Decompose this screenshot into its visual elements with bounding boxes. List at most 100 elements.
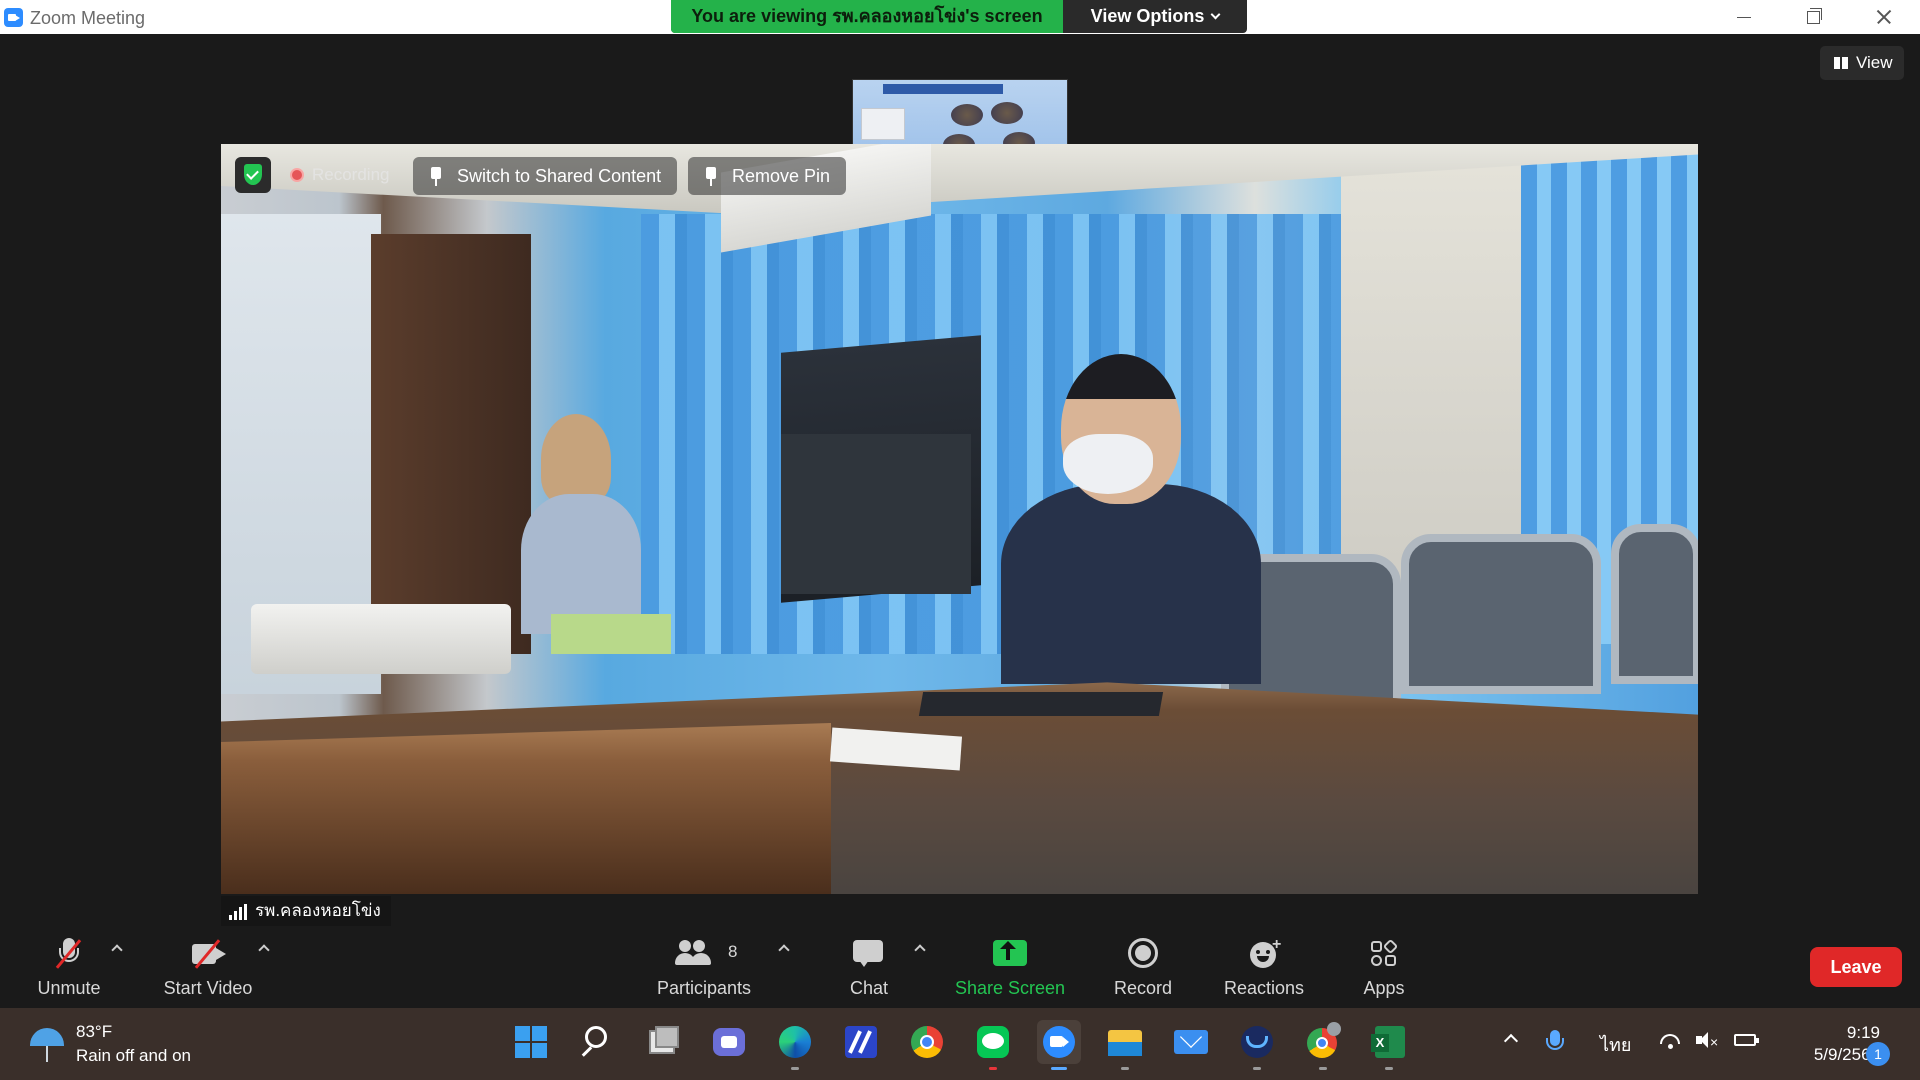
chat-button[interactable]: Chat [834, 926, 904, 1008]
record-button[interactable]: Record [1108, 926, 1178, 1008]
recording-indicator: Recording [284, 160, 390, 190]
start-video-label: Start Video [163, 978, 253, 998]
start-icon[interactable] [509, 1020, 553, 1064]
recording-label: Recording [312, 165, 390, 184]
apps-icon [1368, 938, 1400, 968]
view-options-button[interactable]: View Options [1063, 0, 1247, 33]
thumbnail-header-bar [883, 84, 1003, 94]
video-box [551, 614, 671, 654]
apps-button[interactable]: Apps [1354, 926, 1414, 1008]
switch-to-shared-content-label: Switch to Shared Content [457, 166, 662, 186]
chrome-profile-icon[interactable] [1301, 1020, 1345, 1070]
pin-icon [706, 167, 716, 186]
video-wall [1341, 144, 1521, 584]
participant-name: รพ.คลองหอยโข่ง [255, 901, 381, 920]
video-projector [251, 604, 511, 674]
close-button[interactable] [1860, 4, 1906, 30]
participants-button[interactable]: 8 Participants [652, 926, 756, 1008]
chat-options-caret-icon[interactable] [914, 942, 924, 952]
clock[interactable]: 9:19 5/9/2565 [1770, 1022, 1880, 1066]
chat-label: Chat [849, 978, 889, 998]
chevron-down-icon [1210, 9, 1221, 20]
weather-temperature: 83°F [76, 1022, 113, 1041]
webex-icon[interactable] [1235, 1020, 1279, 1070]
pin-icon [431, 167, 441, 186]
video-face-mask [1063, 434, 1153, 494]
grid-view-icon [1834, 57, 1848, 69]
share-screen-label: Share Screen [954, 978, 1066, 998]
reactions-icon: + [1248, 936, 1281, 968]
shield-check-icon [244, 164, 262, 185]
reactions-button[interactable]: + Reactions [1220, 926, 1308, 1008]
recording-dot-icon [290, 168, 304, 182]
microphone-muted-icon [53, 938, 85, 969]
task-view-icon[interactable] [641, 1020, 685, 1064]
restore-button[interactable] [1790, 4, 1836, 30]
share-screen-icon [993, 938, 1027, 968]
excel-icon[interactable]: X [1367, 1020, 1411, 1070]
umbrella-rain-icon [30, 1028, 64, 1062]
video-chair [1401, 534, 1601, 694]
chat-icon [853, 938, 885, 968]
line-icon[interactable] [971, 1020, 1015, 1070]
zoom-app-icon [4, 8, 23, 27]
video-body [1001, 484, 1261, 684]
view-label: View [1856, 53, 1893, 72]
teams-chat-icon[interactable] [707, 1020, 751, 1064]
clock-time: 9:19 [1846, 1023, 1880, 1042]
audio-options-caret-icon[interactable] [111, 942, 121, 952]
leave-button[interactable]: Leave [1810, 947, 1902, 987]
participants-options-caret-icon[interactable] [778, 942, 788, 952]
chrome-icon[interactable] [905, 1020, 949, 1064]
share-screen-button[interactable]: Share Screen [950, 926, 1070, 1008]
weather-widget[interactable]: 83°F Rain off and on [26, 1020, 246, 1070]
thumbnail-document [861, 108, 905, 140]
security-shield-icon[interactable] [235, 157, 271, 193]
video-hair [541, 414, 611, 504]
thumbnail-photo [991, 102, 1023, 124]
edge-icon[interactable] [773, 1020, 817, 1070]
unmute-button[interactable]: Unmute [28, 926, 110, 1008]
viewing-screen-label: You are viewing รพ.คลองหอยโข่ง's screen [671, 0, 1063, 33]
remove-pin-label: Remove Pin [732, 166, 831, 186]
zoom-icon[interactable] [1037, 1020, 1081, 1070]
participants-label: Participants [656, 978, 752, 998]
video-body [521, 494, 641, 634]
video-person-background [521, 414, 641, 634]
start-video-button[interactable]: Start Video [156, 926, 260, 1008]
notification-badge[interactable]: 1 [1866, 1042, 1890, 1066]
video-monitor-back [781, 434, 971, 594]
file-explorer-icon[interactable] [1103, 1020, 1147, 1070]
windows-taskbar: 83°F Rain off and on X ไทย × 9:19 5/9/25… [0, 1008, 1920, 1080]
minimize-button[interactable] [1720, 4, 1766, 30]
meeting-toolbar: Unmute Start Video 8 Participants Chat S… [0, 926, 1920, 1008]
apps-label: Apps [1363, 978, 1405, 998]
record-icon [1127, 938, 1159, 968]
language-indicator[interactable]: ไทย [1600, 1030, 1631, 1059]
view-options-label: View Options [1090, 6, 1205, 26]
video-off-icon [192, 938, 226, 969]
unmute-label: Unmute [37, 978, 101, 998]
video-keyboard [918, 692, 1164, 716]
view-button[interactable]: View [1820, 46, 1904, 80]
clock-date: 5/9/2565 [1813, 1045, 1880, 1064]
video-chair [1611, 524, 1698, 684]
video-options-caret-icon[interactable] [258, 942, 268, 952]
participants-count: 8 [728, 942, 738, 961]
search-icon[interactable] [575, 1020, 619, 1064]
screen-share-banner: You are viewing รพ.คลองหอยโข่ง's screen … [671, 0, 1247, 33]
video-person-foreground [1001, 354, 1261, 684]
participant-video[interactable] [221, 144, 1698, 894]
switch-to-shared-content-button[interactable]: Switch to Shared Content [413, 157, 678, 195]
visual-studio-icon[interactable] [839, 1020, 883, 1064]
mail-icon[interactable] [1169, 1020, 1213, 1064]
video-bookshelf [371, 234, 531, 654]
title-bar: Zoom Meeting You are viewing รพ.คลองหอยโ… [0, 0, 1920, 34]
participants-icon [675, 938, 713, 968]
reactions-label: Reactions [1223, 978, 1305, 998]
signal-strength-icon [229, 904, 247, 920]
record-label: Record [1113, 978, 1173, 998]
window-title: Zoom Meeting [30, 8, 146, 28]
thumbnail-photo [951, 104, 983, 126]
remove-pin-button[interactable]: Remove Pin [688, 157, 847, 195]
